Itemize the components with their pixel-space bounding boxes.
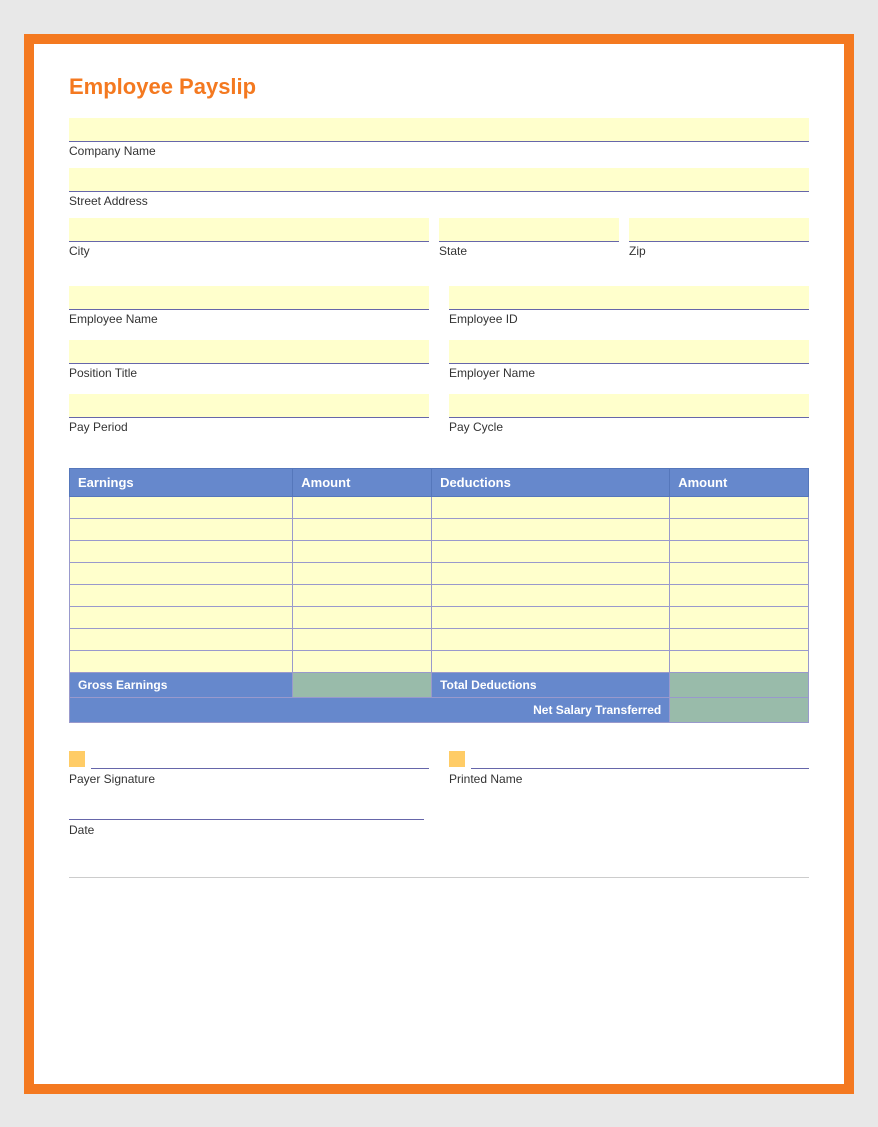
city-input[interactable] <box>69 218 429 242</box>
state-input[interactable] <box>439 218 619 242</box>
employer-name-input[interactable] <box>449 340 809 364</box>
zip-field: Zip <box>629 218 809 268</box>
printed-name-label: Printed Name <box>449 772 809 786</box>
employee-id-input[interactable] <box>449 286 809 310</box>
payer-sig-col: Payer Signature <box>69 747 429 794</box>
gross-earnings-value[interactable] <box>293 672 432 697</box>
signature-section: Payer Signature Printed Name Date <box>69 747 809 837</box>
printed-name-col: Printed Name <box>449 747 809 794</box>
table-row <box>70 518 809 540</box>
outer-border: Employee Payslip Company Name Street Add… <box>24 34 854 1094</box>
net-salary-row: Net Salary Transferred <box>70 697 809 722</box>
employee-section: Employee Name Employee ID Position Title… <box>69 286 809 444</box>
printed-name-line[interactable] <box>471 747 809 769</box>
table-row <box>70 584 809 606</box>
employer-name-label: Employer Name <box>449 366 809 380</box>
pay-cycle-col: Pay Cycle <box>449 394 809 444</box>
city-field: City <box>69 218 429 268</box>
table-row <box>70 562 809 584</box>
printed-name-square <box>449 751 465 767</box>
payer-sig-box <box>69 747 429 769</box>
employee-id-col: Employee ID <box>449 286 809 336</box>
company-name-label: Company Name <box>69 144 809 158</box>
date-row: Date <box>69 798 809 837</box>
payer-sig-line[interactable] <box>91 747 429 769</box>
table-row <box>70 540 809 562</box>
inner-page: Employee Payslip Company Name Street Add… <box>34 44 844 1084</box>
street-address-label: Street Address <box>69 194 809 208</box>
state-field: State <box>439 218 619 268</box>
page-title: Employee Payslip <box>69 74 809 100</box>
total-deductions-value[interactable] <box>670 672 809 697</box>
street-address-input[interactable] <box>69 168 809 192</box>
emp-name-id-row: Employee Name Employee ID <box>69 286 809 336</box>
employee-name-col: Employee Name <box>69 286 429 336</box>
pay-cycle-input[interactable] <box>449 394 809 418</box>
city-label: City <box>69 244 429 258</box>
pay-cycle-label: Pay Cycle <box>449 420 809 434</box>
employee-id-label: Employee ID <box>449 312 809 326</box>
position-title-col: Position Title <box>69 340 429 390</box>
table-row <box>70 650 809 672</box>
city-state-zip-row: City State Zip <box>69 218 809 268</box>
position-title-label: Position Title <box>69 366 429 380</box>
net-salary-value[interactable] <box>670 697 809 722</box>
deductions-amount-header: Amount <box>670 468 809 496</box>
employee-name-input[interactable] <box>69 286 429 310</box>
company-name-input[interactable] <box>69 118 809 142</box>
earnings-header: Earnings <box>70 468 293 496</box>
table-row <box>70 628 809 650</box>
employee-name-label: Employee Name <box>69 312 429 326</box>
zip-input[interactable] <box>629 218 809 242</box>
earnings-amount-header: Amount <box>293 468 432 496</box>
payer-signature-label: Payer Signature <box>69 772 429 786</box>
pay-period-input[interactable] <box>69 394 429 418</box>
deductions-header: Deductions <box>432 468 670 496</box>
position-title-input[interactable] <box>69 340 429 364</box>
bottom-divider <box>69 877 809 878</box>
net-salary-label: Net Salary Transferred <box>70 697 670 722</box>
date-line[interactable] <box>69 798 424 820</box>
zip-label: Zip <box>629 244 809 258</box>
table-row <box>70 606 809 628</box>
gross-total-row: Gross Earnings Total Deductions <box>70 672 809 697</box>
table-row <box>70 496 809 518</box>
signature-row: Payer Signature Printed Name <box>69 747 809 794</box>
date-label: Date <box>69 823 809 837</box>
total-deductions-label: Total Deductions <box>432 672 670 697</box>
gross-earnings-label: Gross Earnings <box>70 672 293 697</box>
pay-period-cycle-row: Pay Period Pay Cycle <box>69 394 809 444</box>
state-label: State <box>439 244 619 258</box>
street-address-section: Street Address <box>69 168 809 208</box>
employer-name-col: Employer Name <box>449 340 809 390</box>
printed-name-box <box>449 747 809 769</box>
company-name-section: Company Name <box>69 118 809 158</box>
pay-period-label: Pay Period <box>69 420 429 434</box>
payroll-table: Earnings Amount Deductions Amount Gross … <box>69 468 809 723</box>
pay-period-col: Pay Period <box>69 394 429 444</box>
payer-sig-square <box>69 751 85 767</box>
position-employer-row: Position Title Employer Name <box>69 340 809 390</box>
